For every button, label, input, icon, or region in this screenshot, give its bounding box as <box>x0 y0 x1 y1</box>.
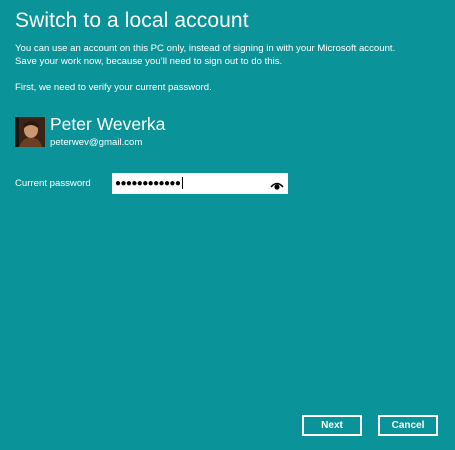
dialog-title: Switch to a local account <box>15 9 249 32</box>
password-dots: ●●●●●●●●●●●● <box>115 178 181 189</box>
next-button[interactable]: Next <box>302 415 362 436</box>
dialog-description: You can use an account on this PC only, … <box>15 42 450 68</box>
avatar <box>15 117 45 147</box>
password-masked-value: ●●●●●●●●●●●● <box>115 177 184 190</box>
user-email: peterwev@gmail.com <box>50 137 143 148</box>
description-line-2: Save your work now, because you’ll need … <box>15 56 283 67</box>
user-photo-icon <box>15 117 45 147</box>
cancel-button[interactable]: Cancel <box>378 415 438 436</box>
eye-icon[interactable] <box>270 178 284 190</box>
description-line-1: You can use an account on this PC only, … <box>15 43 396 54</box>
text-caret <box>182 177 184 190</box>
user-name: Peter Weverka <box>50 114 166 134</box>
current-password-label: Current password <box>15 178 91 189</box>
verify-prompt: First, we need to verify your current pa… <box>15 82 212 93</box>
current-password-field[interactable]: ●●●●●●●●●●●● <box>112 173 288 194</box>
